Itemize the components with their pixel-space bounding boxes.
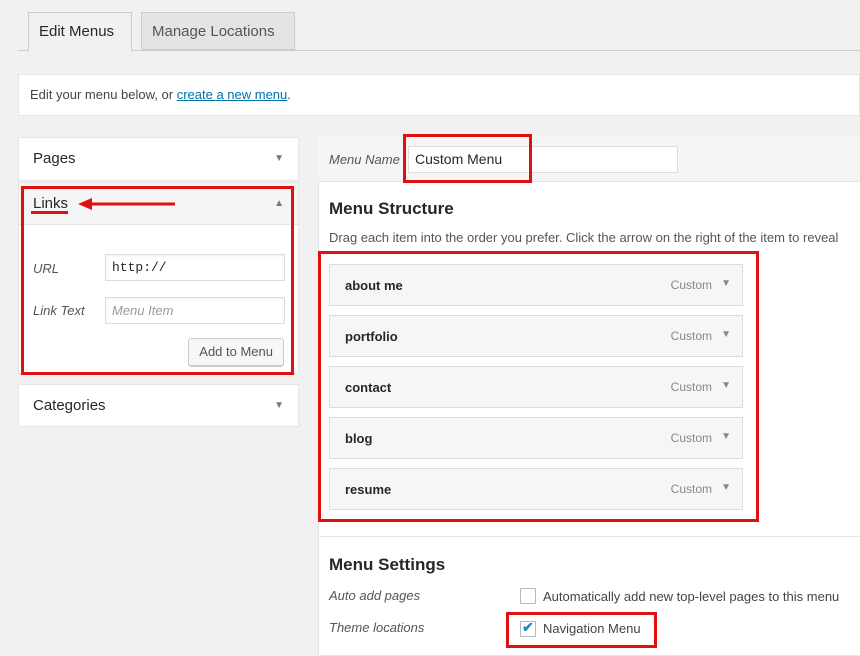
menu-item-title: contact <box>345 380 392 395</box>
chevron-down-icon: ▼ <box>274 400 284 411</box>
menu-item[interactable]: blog Custom ▼ <box>329 417 743 459</box>
pages-panel-header[interactable]: Pages ▼ <box>19 138 298 180</box>
menu-item-title: blog <box>345 431 373 446</box>
tab-edit-menus[interactable]: Edit Menus <box>28 12 132 52</box>
menu-item-title: about me <box>345 278 403 293</box>
chevron-down-icon[interactable]: ▼ <box>721 431 731 442</box>
menu-item[interactable]: portfolio Custom ▼ <box>329 315 743 357</box>
menu-item-title: resume <box>345 482 392 497</box>
annotation-underline <box>31 211 68 214</box>
theme-locations-label: Theme locations <box>329 620 425 635</box>
categories-panel: Categories ▼ <box>18 384 299 427</box>
create-new-menu-link[interactable]: create a new menu <box>177 87 288 102</box>
menu-name-input[interactable]: Custom Menu <box>408 146 678 173</box>
menu-item-type: Custom <box>670 329 712 343</box>
tabs-divider <box>18 50 860 51</box>
chevron-down-icon[interactable]: ▼ <box>721 278 731 289</box>
menu-item-title: portfolio <box>345 329 398 344</box>
checkmark-icon: ✔ <box>522 619 534 635</box>
chevron-down-icon[interactable]: ▼ <box>721 380 731 391</box>
menu-settings-title: Menu Settings <box>329 555 446 574</box>
menu-structure-title: Menu Structure <box>329 199 454 218</box>
pages-panel-title: Pages <box>33 150 76 167</box>
menu-item-type: Custom <box>670 431 712 445</box>
settings-divider <box>318 536 860 537</box>
menu-item[interactable]: resume Custom ▼ <box>329 468 743 510</box>
chevron-down-icon: ▼ <box>274 153 284 164</box>
navigation-menu-checkbox[interactable]: ✔ <box>520 619 536 637</box>
link-text-input[interactable]: Menu Item <box>105 297 285 324</box>
url-input[interactable]: http:// <box>105 254 285 281</box>
chevron-down-icon[interactable]: ▼ <box>721 482 731 493</box>
menu-item-type: Custom <box>670 482 712 496</box>
navigation-menu-text: Navigation Menu <box>543 621 641 636</box>
categories-panel-header[interactable]: Categories ▼ <box>19 385 298 427</box>
add-to-menu-button[interactable]: Add to Menu <box>188 338 284 366</box>
menu-name-label: Menu Name <box>329 152 400 167</box>
categories-panel-title: Categories <box>33 397 106 414</box>
notice-bar: Edit your menu below, or create a new me… <box>18 74 860 116</box>
pages-panel: Pages ▼ <box>18 137 299 181</box>
auto-add-pages-text: Automatically add new top-level pages to… <box>543 589 840 604</box>
notice-prefix: Edit your menu below, or <box>30 87 177 102</box>
auto-add-pages-checkbox[interactable] <box>520 588 536 604</box>
tab-manage-locations[interactable]: Manage Locations <box>141 12 295 50</box>
menu-item-type: Custom <box>670 278 712 292</box>
auto-add-pages-label: Auto add pages <box>329 588 421 603</box>
link-text-label: Link Text <box>33 303 85 318</box>
menu-item[interactable]: contact Custom ▼ <box>329 366 743 408</box>
menu-structure-description: Drag each item into the order you prefer… <box>329 230 839 245</box>
chevron-up-icon: ▲ <box>274 198 284 209</box>
links-panel-title: Links <box>33 195 69 212</box>
annotation-arrow-icon <box>78 198 175 210</box>
url-label: URL <box>33 261 60 276</box>
menu-item-type: Custom <box>670 380 712 394</box>
chevron-down-icon[interactable]: ▼ <box>721 329 731 340</box>
notice-suffix: . <box>287 87 291 102</box>
menu-item[interactable]: about me Custom ▼ <box>329 264 743 306</box>
